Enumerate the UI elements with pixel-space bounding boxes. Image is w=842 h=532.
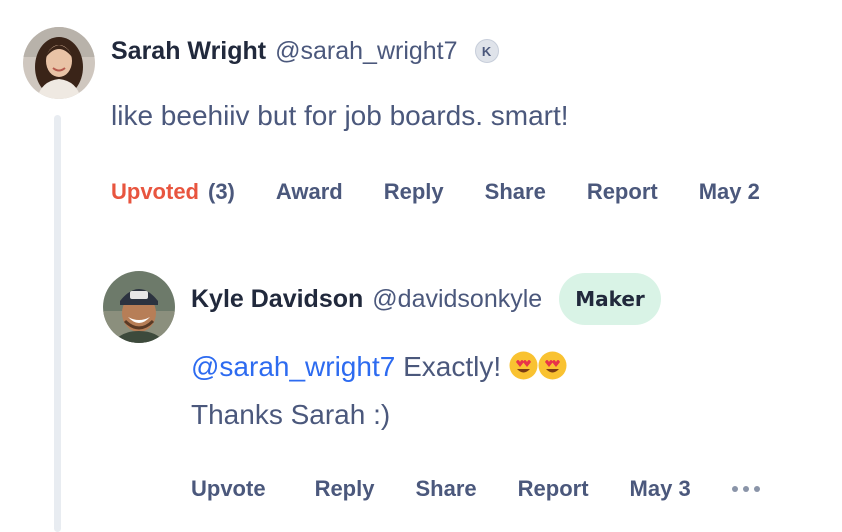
reply-button[interactable]: Reply — [384, 179, 444, 205]
comment-header: Kyle Davidson @davidsonkyle Maker — [191, 273, 661, 325]
comment-text: @sarah_wright7 Exactly! Thanks Sarah :) — [191, 343, 567, 439]
karma-badge-icon: K — [474, 39, 499, 63]
upvote-count: (3) — [208, 179, 235, 204]
author-name[interactable]: Sarah Wright — [111, 37, 266, 66]
avatar[interactable] — [23, 27, 95, 99]
award-button[interactable]: Award — [276, 179, 343, 205]
comment-line-text: Exactly! — [403, 351, 502, 382]
author-handle[interactable]: @davidsonkyle — [372, 285, 542, 314]
comment-text: like beehiiv but for job boards. smart! — [111, 100, 569, 131]
share-button[interactable]: Share — [485, 179, 546, 205]
upvote-label: Upvoted — [111, 179, 199, 204]
author-name[interactable]: Kyle Davidson — [191, 285, 363, 314]
heart-eyes-emoji-icon — [538, 351, 567, 380]
reply-thread-line — [54, 115, 61, 532]
comment-line: Thanks Sarah :) — [191, 399, 391, 430]
heart-eyes-emoji-icon — [509, 351, 538, 380]
comment-date[interactable]: May 2 — [699, 179, 760, 205]
upvote-button[interactable]: Upvoted (3) — [111, 179, 235, 205]
comment-actions: Upvote Reply Share Report May 3 — [191, 474, 760, 504]
report-button[interactable]: Report — [587, 179, 658, 205]
mention-link[interactable]: @sarah_wright7 — [191, 351, 395, 382]
upvote-button[interactable]: Upvote — [191, 476, 266, 502]
comment-header: Sarah Wright @sarah_wright7 K — [111, 33, 499, 69]
report-button[interactable]: Report — [518, 476, 589, 502]
more-dots-icon[interactable] — [731, 486, 760, 492]
comment-actions: Upvoted (3) Award Reply Share Report May … — [111, 177, 760, 207]
author-handle[interactable]: @sarah_wright7 — [275, 37, 457, 66]
reply-button[interactable]: Reply — [315, 476, 375, 502]
comment-line: @sarah_wright7 Exactly! — [191, 343, 567, 391]
comment-date[interactable]: May 3 — [630, 476, 691, 502]
maker-badge: Maker — [559, 273, 661, 325]
avatar[interactable] — [103, 271, 175, 343]
share-button[interactable]: Share — [415, 476, 476, 502]
